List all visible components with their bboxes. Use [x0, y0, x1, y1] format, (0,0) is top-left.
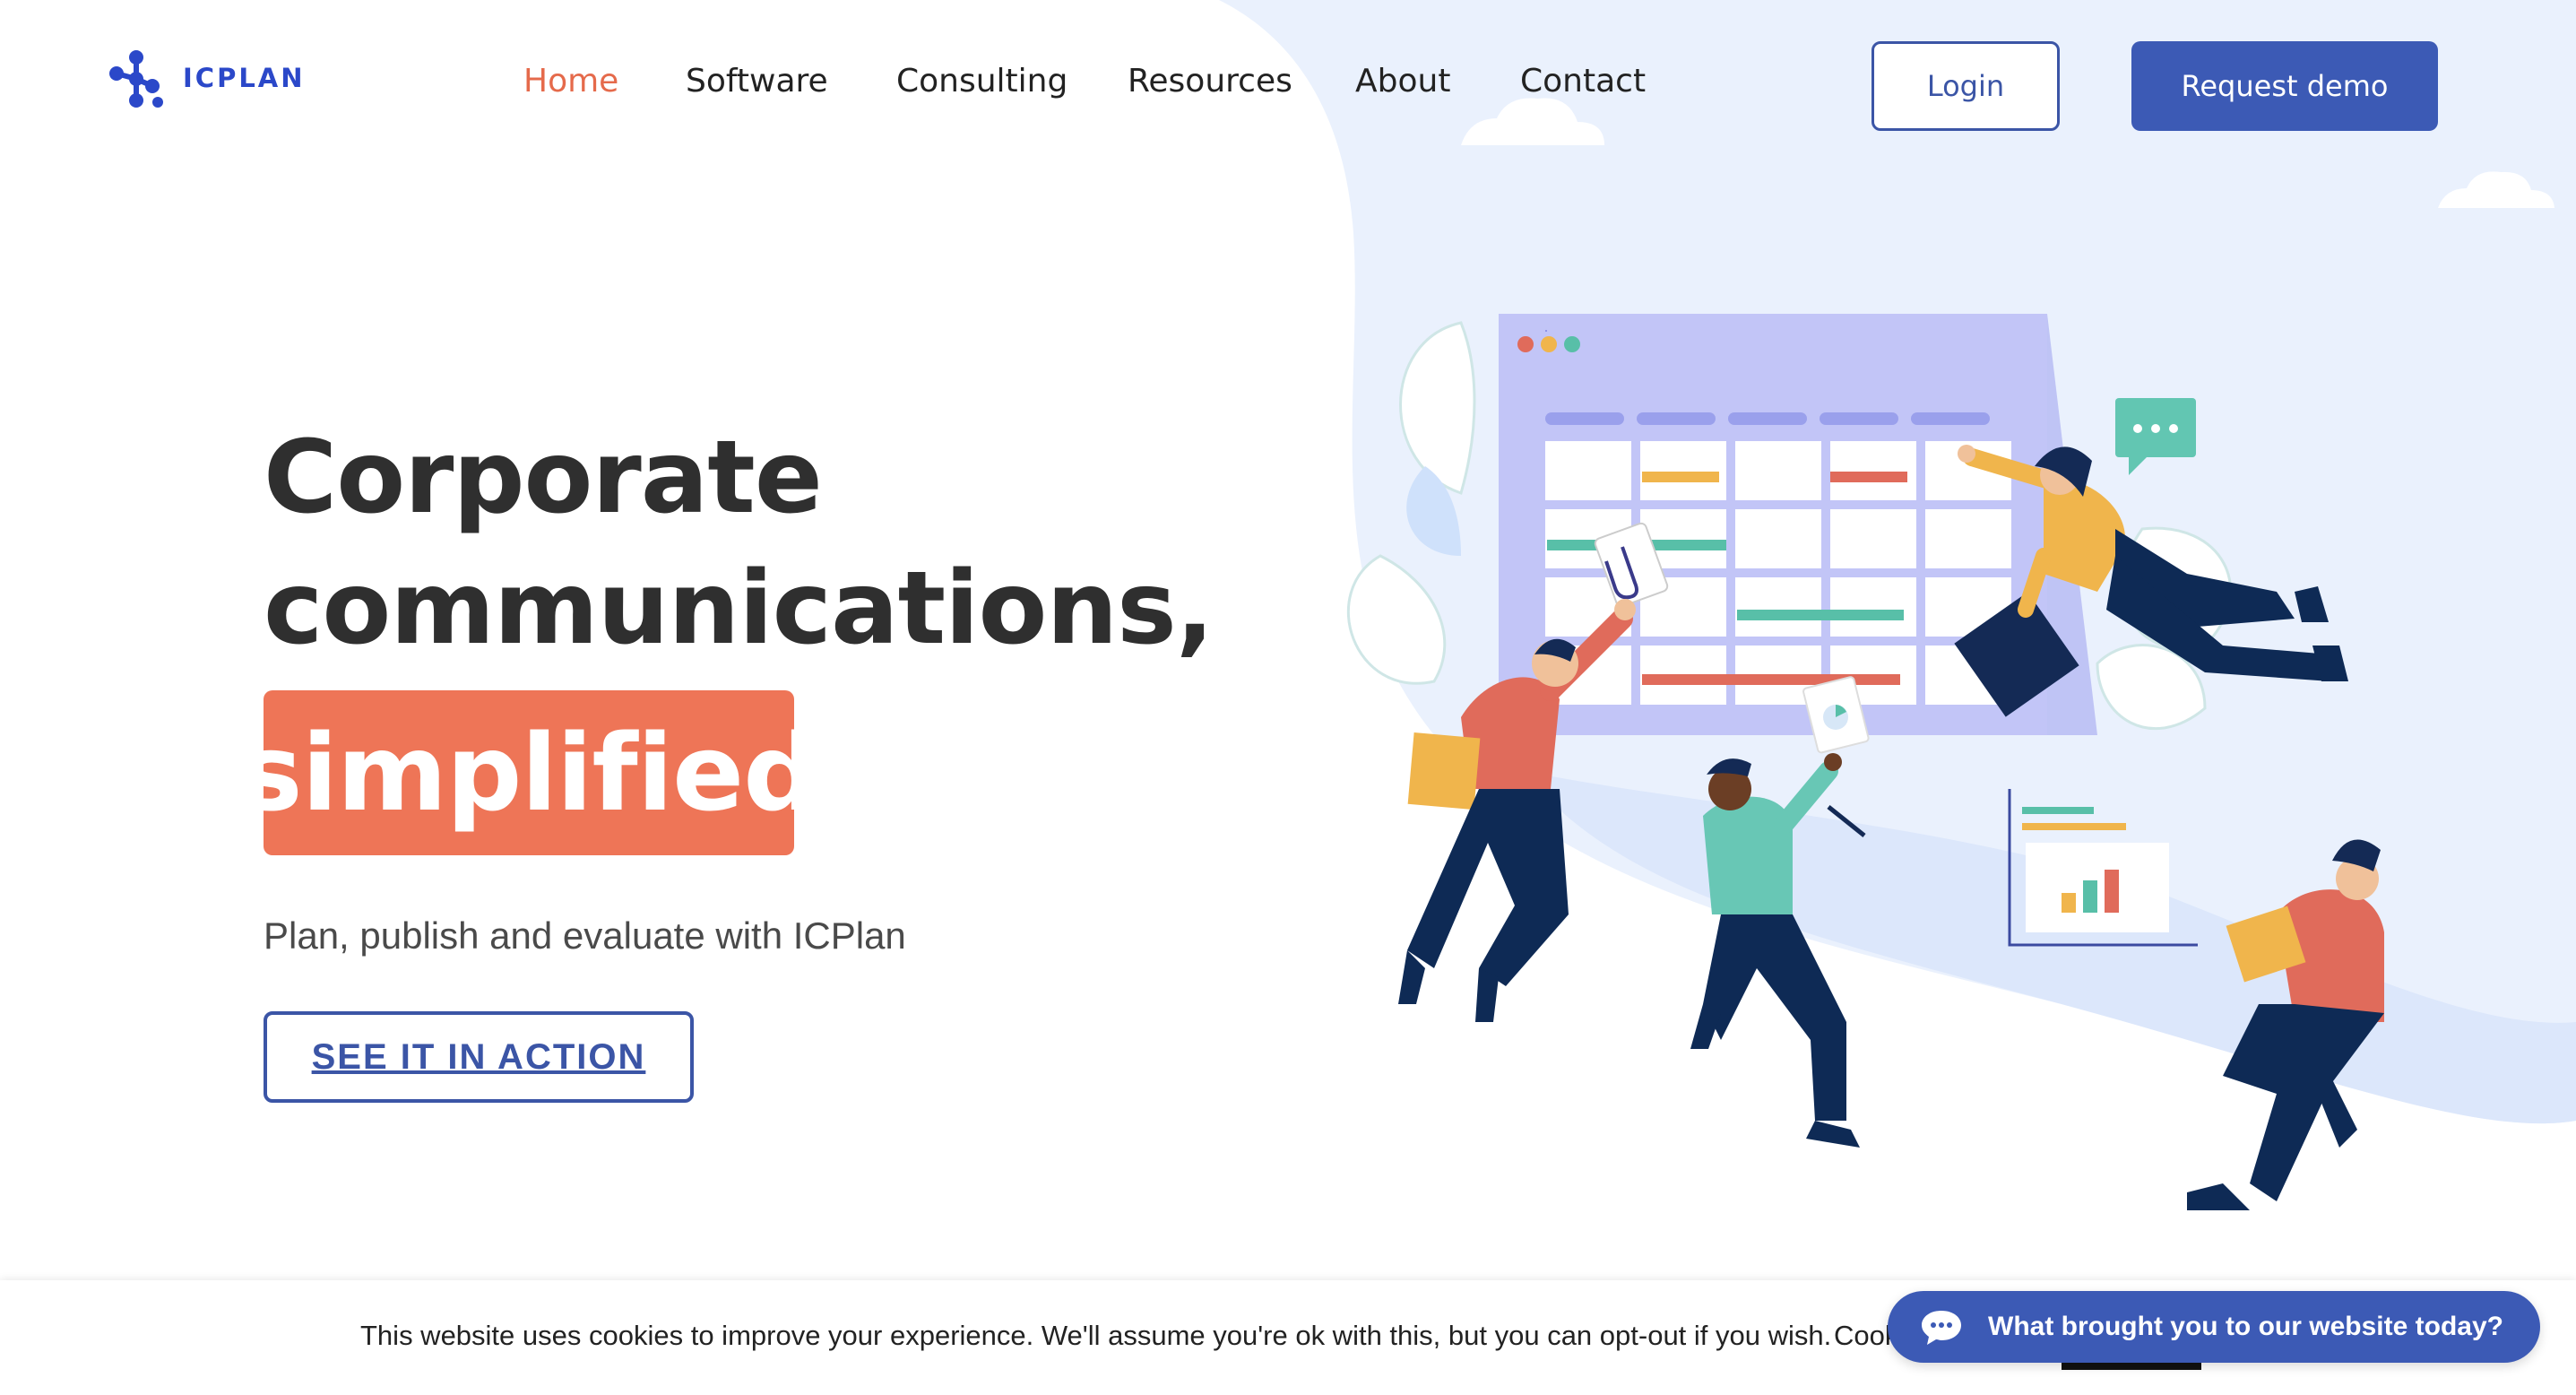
logo-icon — [109, 50, 163, 108]
cookie-message: This website uses cookies to improve you… — [360, 1320, 1832, 1351]
hero-highlight-word: simplified — [239, 690, 819, 855]
cookie-accept-button[interactable] — [2062, 1363, 2201, 1370]
nav-home[interactable]: Home — [523, 63, 618, 100]
nav-consulting[interactable]: Consulting — [896, 63, 1068, 100]
login-button[interactable]: Login — [1871, 41, 2060, 131]
see-it-in-action-button[interactable]: SEE IT IN ACTION — [264, 1011, 694, 1103]
logo[interactable]: ICPLAN — [106, 47, 306, 109]
nav-about[interactable]: About — [1355, 63, 1450, 100]
request-demo-button[interactable]: Request demo — [2131, 41, 2438, 131]
hero-title-line1: Corporate — [264, 420, 823, 536]
page: ICPLAN Home Software Consulting Resource… — [0, 0, 2576, 1395]
team-planning-calendar-illustration — [1346, 314, 2384, 1210]
nav-contact[interactable]: Contact — [1520, 63, 1646, 100]
nav-resources[interactable]: Resources — [1128, 63, 1292, 100]
logo-text: ICPLAN — [183, 63, 306, 93]
hero-title: Corporate communications, — [264, 412, 1214, 674]
hero-title-line2: communications, — [264, 550, 1214, 667]
hero-subtitle: Plan, publish and evaluate with ICPlan — [264, 914, 906, 957]
chat-bubble-icon — [1922, 1311, 1961, 1345]
chat-widget-button[interactable]: What brought you to our website today? — [1888, 1291, 2540, 1363]
chat-prompt: What brought you to our website today? — [1988, 1312, 2503, 1341]
nav-software[interactable]: Software — [686, 63, 828, 100]
